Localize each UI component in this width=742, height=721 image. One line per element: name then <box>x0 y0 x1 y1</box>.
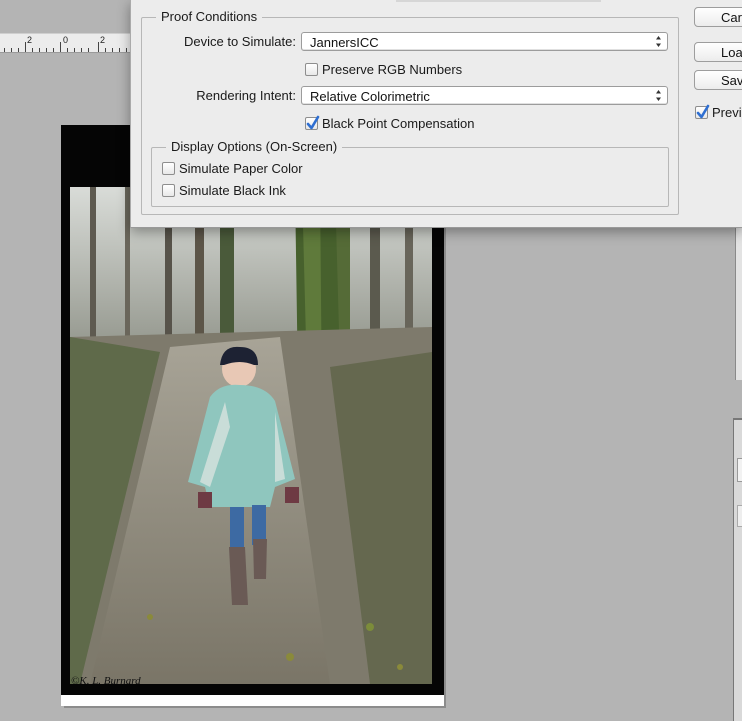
checkmark-icon <box>696 104 710 119</box>
proof-conditions-legend: Proof Conditions <box>156 9 263 24</box>
stepper-arrows-icon <box>656 90 661 101</box>
copyright-watermark: ©K. L. Burnard <box>71 675 141 687</box>
rendering-intent-value: Relative Colorimetric <box>310 89 430 104</box>
device-to-simulate-label: Device to Simulate: <box>184 34 296 49</box>
customize-proof-dialog: Proof Conditions Device to Simulate: Jan… <box>130 0 742 228</box>
black-point-compensation-checkbox[interactable] <box>305 115 320 130</box>
preserve-rgb-label: Preserve RGB Numbers <box>322 62 463 77</box>
ruler-label: 0 <box>63 35 69 45</box>
stepper-arrows-icon <box>656 36 661 47</box>
device-to-simulate-select[interactable]: JannersICC <box>301 32 668 51</box>
preserve-rgb-checkbox[interactable] <box>305 63 318 76</box>
side-panel-control[interactable] <box>737 458 742 482</box>
display-options-legend: Display Options (On-Screen) <box>166 139 343 154</box>
device-to-simulate-value: JannersICC <box>310 35 379 50</box>
checkmark-icon <box>306 115 320 130</box>
simulate-paper-color-checkbox[interactable] <box>162 162 175 175</box>
simulate-paper-color-label: Simulate Paper Color <box>179 161 303 176</box>
black-point-compensation-label: Black Point Compensation <box>322 116 475 131</box>
rendering-intent-label: Rendering Intent: <box>196 88 296 103</box>
preview-label: Previ <box>712 105 742 120</box>
ruler-label: 2 <box>100 35 106 45</box>
simulate-black-ink-label: Simulate Black Ink <box>179 183 286 198</box>
horizontal-ruler: 2 0 2 <box>0 33 131 53</box>
title-bar-edge <box>396 0 601 2</box>
photo-image <box>70 187 432 684</box>
rendering-intent-select[interactable]: Relative Colorimetric <box>301 86 668 105</box>
ruler-label: 2 <box>27 35 33 45</box>
load-button[interactable]: Loa <box>694 42 742 62</box>
save-button[interactable]: Sav <box>694 70 742 90</box>
display-options-group <box>151 147 669 207</box>
cancel-button[interactable]: Car <box>694 7 742 27</box>
preview-checkbox[interactable] <box>695 104 710 119</box>
side-panel-edge <box>735 228 742 380</box>
side-panel-control[interactable] <box>737 505 742 527</box>
simulate-black-ink-checkbox[interactable] <box>162 184 175 197</box>
